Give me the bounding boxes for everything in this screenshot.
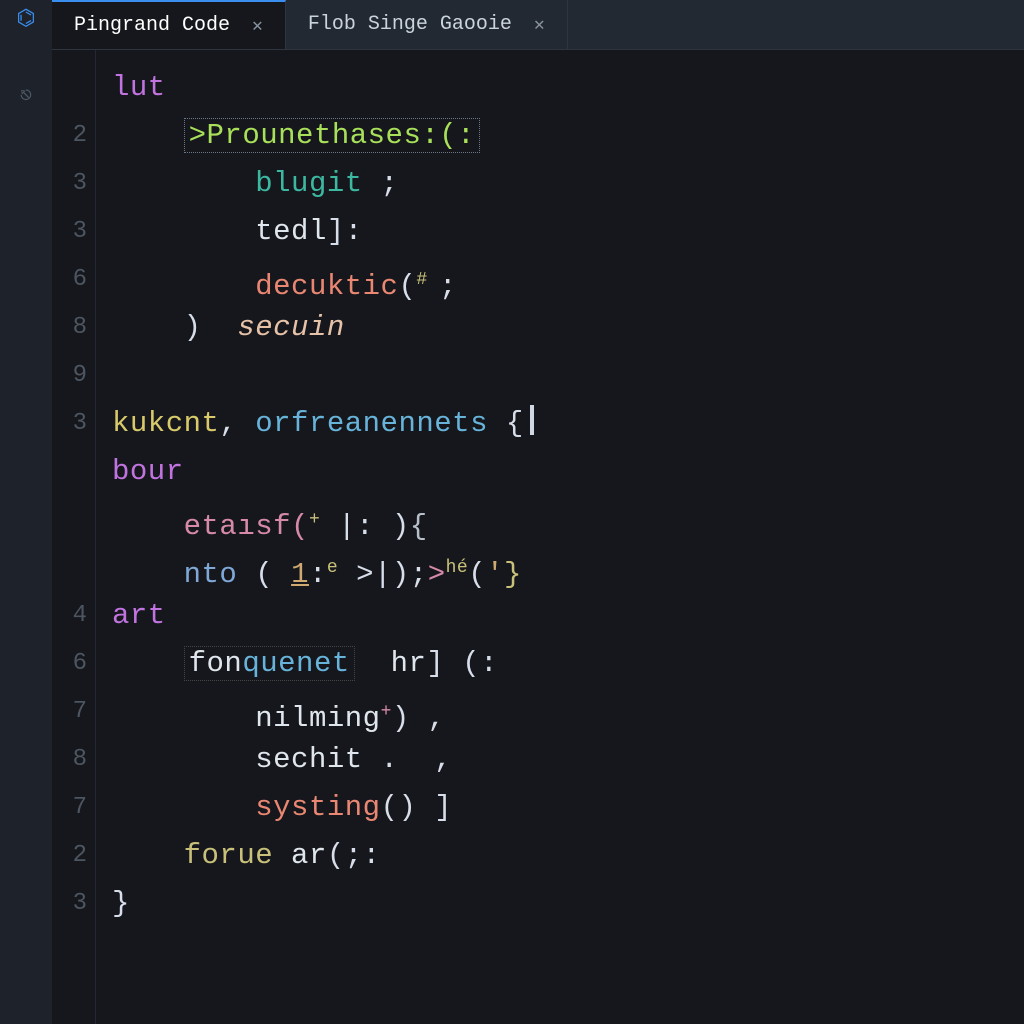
code-token: etaısf( — [184, 510, 309, 543]
main-area: Pingrand Code ✕ Flob Singe Gaooie ✕ 23 3… — [52, 0, 1024, 1024]
code-token: art — [112, 599, 166, 632]
app-logo-icon[interactable]: ⌬ — [16, 6, 35, 32]
code-token: ) , — [392, 702, 446, 735]
app-root: ⌬ ⎋ Pingrand Code ✕ Flob Singe Gaooie ✕ … — [0, 0, 1024, 1024]
code-token: : — [309, 558, 327, 591]
code-token: kukcnt — [112, 407, 219, 440]
code-token: blugit — [255, 167, 362, 200]
editor-wrap: 23 368 93 4 678 723 lut >Prounethases:(:… — [52, 50, 1024, 1024]
code-token: ( — [237, 558, 291, 591]
code-token: fonquenet — [184, 646, 355, 681]
code-token: ( — [468, 558, 486, 591]
code-token: + — [381, 702, 392, 722]
code-token: hé — [446, 558, 469, 578]
code-token: nilming — [255, 702, 380, 735]
code-token: ar — [291, 839, 327, 872]
code-token: } — [112, 887, 130, 920]
code-token: sechit — [255, 743, 362, 776]
close-icon[interactable]: ✕ — [534, 14, 545, 36]
code-token: bour — [112, 455, 184, 488]
code-token: + — [309, 510, 320, 530]
code-token: ]: — [327, 215, 363, 248]
code-token: ; — [363, 167, 399, 200]
tab-flob-singe[interactable]: Flob Singe Gaooie ✕ — [286, 0, 568, 49]
code-token: ] (: — [426, 647, 498, 680]
tab-bar: Pingrand Code ✕ Flob Singe Gaooie ✕ — [52, 0, 1024, 50]
code-token: > — [428, 558, 446, 591]
code-token: ' — [486, 558, 504, 591]
code-token: lut — [112, 71, 166, 104]
selection: >Prounethases:(: — [184, 118, 480, 153]
code-token: } — [504, 558, 522, 591]
close-icon[interactable]: ✕ — [252, 15, 263, 37]
code-token: forue — [184, 839, 291, 872]
code-token: decuktic — [255, 270, 398, 303]
text-cursor — [530, 405, 534, 435]
tab-label: Pingrand Code — [74, 14, 230, 37]
code-editor[interactable]: lut >Prounethases:(: blugit ; tedl]: dec… — [96, 50, 1024, 1024]
code-token: , — [219, 407, 255, 440]
code-token: systing — [255, 791, 380, 824]
code-token: |: ) — [320, 510, 410, 543]
code-token: tedl — [255, 215, 327, 248]
code-token: >|); — [338, 558, 428, 591]
code-token: 1 — [291, 558, 309, 591]
activity-bar: ⌬ ⎋ — [0, 0, 52, 1024]
code-token: e — [327, 558, 338, 578]
code-token: ( — [398, 270, 416, 303]
code-token: { — [410, 510, 428, 543]
code-token: ; — [439, 270, 457, 303]
code-token: . , — [363, 743, 453, 776]
code-token: ) — [184, 311, 238, 344]
code-token: { — [488, 407, 524, 440]
line-number-gutter: 23 368 93 4 678 723 — [52, 50, 96, 1024]
code-token: hr — [355, 647, 427, 680]
code-token: (;: — [327, 839, 381, 872]
tab-pingrand-code[interactable]: Pingrand Code ✕ — [52, 0, 286, 49]
code-token: () ] — [381, 791, 453, 824]
tab-label: Flob Singe Gaooie — [308, 13, 512, 36]
code-token: nto — [184, 558, 238, 591]
code-token: # — [416, 270, 439, 290]
code-token: orfreanennets — [255, 407, 488, 440]
activity-icon-1[interactable]: ⎋ — [20, 82, 32, 108]
code-token: secuin — [237, 311, 344, 344]
